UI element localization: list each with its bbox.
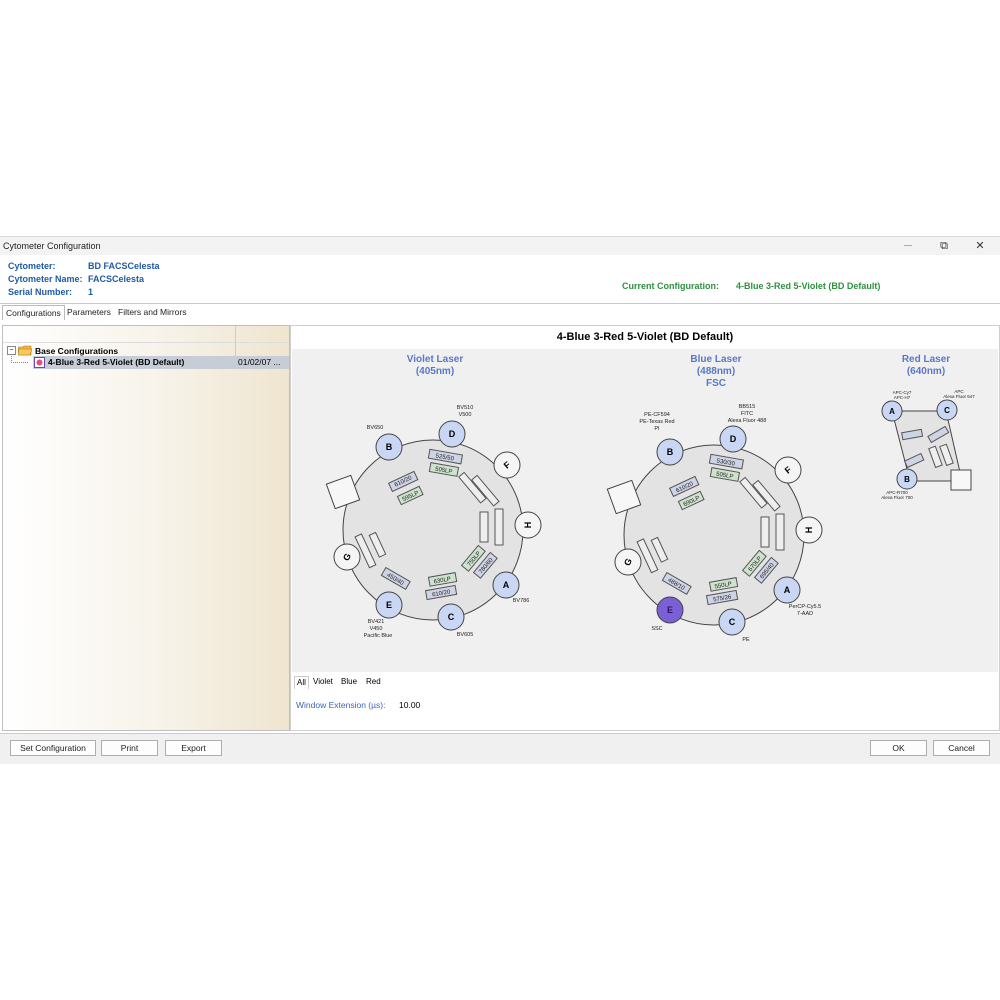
- tree-item-label: 4-Blue 3-Red 5-Violet (BD Default): [48, 357, 185, 367]
- title-bar: Cytometer Configuration ─ ⧉ ✕: [0, 237, 1000, 255]
- blue-detector-d-label: D: [730, 434, 737, 444]
- violet-e-fluor-3: Pacific Blue: [364, 633, 393, 639]
- violet-d-fluor-1: BV510: [457, 405, 474, 411]
- blue-detector-c-label: C: [729, 617, 736, 627]
- folder-icon: [18, 345, 32, 356]
- serial-number-label: Serial Number:: [8, 287, 73, 297]
- configurations-tree-panel: − Base Configurations 4-Blue 3-Red 5-Vio…: [2, 325, 290, 731]
- blue-b-fluor-1: PE-CF594: [644, 412, 670, 418]
- blue-a-fluor-2: 7-AAD: [797, 611, 813, 617]
- current-configuration-label: Current Configuration:: [622, 281, 719, 291]
- tree-item-date: 01/02/07 ...: [238, 357, 281, 367]
- blue-detector-e-label: E: [667, 605, 673, 615]
- blue-detector-h-label: H: [804, 527, 814, 534]
- cytometer-label: Cytometer:: [8, 261, 56, 271]
- blue-d-fluor-2: FITC: [741, 411, 753, 417]
- configuration-icon: [34, 357, 45, 368]
- tree-connector: [11, 356, 28, 363]
- ok-button[interactable]: OK: [870, 740, 927, 756]
- red-trigon: A B C APC-Cy7 APC-H7 APC-R700 Alexa Fluo…: [881, 389, 975, 500]
- violet-detector-h-label: H: [523, 522, 533, 529]
- configuration-title: 4-Blue 3-Red 5-Violet (BD Default): [556, 331, 734, 343]
- violet-e-fluor-1: BV421: [368, 619, 385, 625]
- blue-b-fluor-2: PE-Texas Red: [639, 419, 674, 425]
- button-bar: Set Configuration Print Export OK Cancel: [0, 733, 1000, 764]
- red-a-fluor-2: APC-H7: [894, 395, 911, 400]
- window-extension-value[interactable]: 10.00: [399, 700, 420, 710]
- red-laser-title: Red Laser: [902, 354, 950, 365]
- cytometer-name-value: FACSCelesta: [88, 274, 145, 284]
- tab-configurations[interactable]: Configurations: [2, 305, 65, 320]
- violet-octagon: 610/20 525/50 595LP 505LP 750LP 780/60 4…: [325, 405, 542, 639]
- red-detector-c-label: C: [944, 406, 950, 415]
- cytometer-configuration-window: Cytometer Configuration ─ ⧉ ✕ Cytometer:…: [0, 236, 1000, 764]
- red-detector-b-label: B: [904, 475, 910, 484]
- blue-octagon: 610/20 530/30 690LP 505LP 670LP 695/40 4…: [606, 404, 823, 643]
- tree-header: [3, 326, 289, 343]
- red-detector-a-label: A: [889, 407, 895, 416]
- serial-number-value: 1: [88, 287, 94, 297]
- collapse-icon[interactable]: −: [7, 346, 16, 355]
- cytometer-value: BD FACSCelesta: [88, 261, 160, 271]
- minimize-icon[interactable]: ─: [894, 238, 922, 254]
- blue-e-fluor-1: SSC: [651, 626, 662, 632]
- cytometer-name-label: Cytometer Name:: [8, 274, 83, 284]
- tree-root-label: Base Configurations: [35, 346, 119, 356]
- cytometer-info-header: Cytometer: BD FACSCelesta Cytometer Name…: [0, 255, 1000, 304]
- configuration-detail-panel: 4-Blue 3-Red 5-Violet (BD Default) Viole…: [290, 325, 1000, 731]
- red-laser-wavelength: (640nm): [907, 366, 945, 377]
- violet-a-fluor-1: BV786: [513, 598, 530, 604]
- close-icon[interactable]: ✕: [966, 238, 994, 254]
- violet-detector-c-label: C: [448, 612, 455, 622]
- blue-detector-a-label: A: [784, 585, 791, 595]
- violet-b-fluor-1: BV650: [367, 425, 384, 431]
- blue-laser-wavelength: (488nm): [697, 366, 735, 377]
- blue-c-fluor-1: PE: [742, 637, 750, 643]
- violet-c-fluor-1: BV605: [457, 632, 474, 638]
- red-laser-entry: [950, 469, 972, 491]
- restore-icon[interactable]: ⧉: [930, 238, 958, 254]
- print-button[interactable]: Print: [101, 740, 158, 756]
- export-button[interactable]: Export: [165, 740, 222, 756]
- violet-laser-title: Violet Laser: [407, 354, 464, 365]
- blue-b-fluor-3: PI: [654, 426, 660, 432]
- tab-blue[interactable]: Blue: [339, 676, 359, 688]
- tab-all[interactable]: All: [294, 676, 309, 689]
- violet-detector-d-label: D: [449, 429, 456, 439]
- window-extension-label: Window Extension (µs):: [296, 700, 386, 710]
- blue-a-fluor-1: PerCP-Cy5.5: [789, 604, 821, 610]
- blue-d-fluor-3: Alexa Fluor 488: [728, 418, 767, 424]
- current-configuration-value: 4-Blue 3-Red 5-Violet (BD Default): [736, 281, 881, 291]
- violet-detector-e-label: E: [386, 600, 392, 610]
- tab-filters-and-mirrors[interactable]: Filters and Mirrors: [115, 305, 189, 319]
- violet-e-fluor-2: V450: [370, 626, 383, 632]
- set-configuration-button[interactable]: Set Configuration: [10, 740, 96, 756]
- violet-laser-wavelength: (405nm): [416, 366, 454, 377]
- violet-detector-b-label: B: [386, 442, 393, 452]
- cancel-button[interactable]: Cancel: [933, 740, 990, 756]
- red-b-fluor-2: Alexa Fluor 700: [881, 495, 913, 500]
- tab-red[interactable]: Red: [364, 676, 383, 688]
- violet-d-fluor-2: V500: [459, 412, 472, 418]
- laser-diagrams-svg: Violet Laser (405nm) Blue Laser (488nm) …: [325, 354, 975, 643]
- blue-laser-fsc: FSC: [706, 378, 726, 389]
- laser-diagrams-area: Violet Laser (405nm) Blue Laser (488nm) …: [292, 349, 998, 672]
- violet-detector-a-label: A: [503, 580, 510, 590]
- main-tabs: Configurations Parameters Filters and Mi…: [0, 305, 1000, 320]
- tab-violet[interactable]: Violet: [311, 676, 335, 688]
- red-c-fluor-2: Alexa Fluor 647: [943, 394, 975, 399]
- blue-d-fluor-1: BB515: [739, 404, 756, 410]
- tree-item-configuration[interactable]: 4-Blue 3-Red 5-Violet (BD Default) 01/02…: [33, 356, 289, 369]
- blue-detector-b-label: B: [667, 447, 674, 457]
- tab-parameters[interactable]: Parameters: [64, 305, 114, 319]
- window-title: Cytometer Configuration: [3, 241, 101, 251]
- blue-laser-title: Blue Laser: [690, 354, 741, 365]
